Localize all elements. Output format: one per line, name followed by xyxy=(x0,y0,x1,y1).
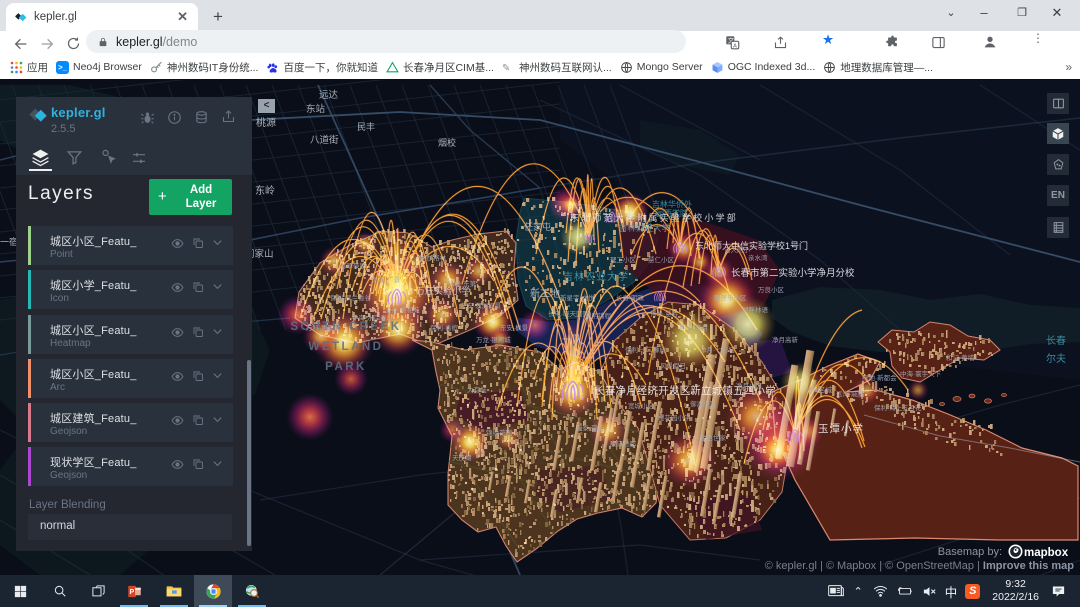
svg-text:金地·格林: 金地·格林 xyxy=(418,253,447,262)
svg-text:远达: 远达 xyxy=(319,89,339,101)
svg-text:东北师大中信实验学校1号门: 东北师大中信实验学校1号门 xyxy=(695,240,808,251)
svg-text:大有城: 大有城 xyxy=(467,385,487,394)
svg-text:伟峰·慧谷: 伟峰·慧谷 xyxy=(650,309,679,318)
svg-text:P: P xyxy=(129,589,134,596)
svg-text:mapbox: mapbox xyxy=(1024,547,1069,559)
svg-text:东安·澳洲枫景: 东安·澳洲枫景 xyxy=(460,301,502,310)
svg-text:和记·黄埔: 和记·黄埔 xyxy=(946,353,975,362)
svg-text:新工地: 新工地 xyxy=(530,287,560,300)
svg-text:风景假日: 风景假日 xyxy=(660,361,686,370)
svg-text:保利·香槟: 保利·香槟 xyxy=(430,323,459,332)
svg-text:万良小区: 万良小区 xyxy=(758,285,785,294)
svg-text:东站: 东站 xyxy=(306,103,326,115)
svg-text:亚泰·樱花苑: 亚泰·樱花苑 xyxy=(385,305,420,314)
svg-text:宽城小区: 宽城小区 xyxy=(628,401,655,410)
svg-text:净月高新: 净月高新 xyxy=(772,335,799,344)
svg-text:一队: 一队 xyxy=(562,333,582,346)
svg-text:康诗丹郡: 康诗丹郡 xyxy=(610,439,637,448)
svg-text:金色世家: 金色世家 xyxy=(700,433,727,442)
svg-text:净月小区: 净月小区 xyxy=(736,381,763,390)
svg-text:烟校: 烟校 xyxy=(438,137,456,148)
svg-text:远洋·戚墅: 远洋·戚墅 xyxy=(836,389,865,398)
svg-text:雷明锦程: 雷明锦程 xyxy=(585,311,612,320)
svg-text:长春市第二实验小学净月分校: 长春市第二实验小学净月分校 xyxy=(731,267,855,279)
svg-text:锦绣花园: 锦绣花园 xyxy=(486,428,512,437)
svg-text:WETLAND: WETLAND xyxy=(309,341,384,353)
svg-text:万龙·银河城: 万龙·银河城 xyxy=(476,335,511,344)
svg-text:伟峰·东第: 伟峰·东第 xyxy=(448,279,477,288)
svg-text:理工小区: 理工小区 xyxy=(610,255,637,264)
svg-text:湖畔林语: 湖畔林语 xyxy=(742,305,769,314)
svg-text:桃源: 桃源 xyxy=(256,116,276,129)
svg-text:中海·寰宇天下: 中海·寰宇天下 xyxy=(900,369,942,378)
svg-text:亲水湾: 亲水湾 xyxy=(748,253,768,262)
svg-text:亚泰·豪苑: 亚泰·豪苑 xyxy=(576,423,605,432)
svg-text:力旺·广景: 力旺·广景 xyxy=(372,275,401,284)
svg-text:东岭: 东岭 xyxy=(255,184,275,197)
svg-text:吉林农业大学: 吉林农业大学 xyxy=(563,270,629,283)
svg-text:任家屯: 任家屯 xyxy=(524,221,551,232)
svg-text:保利·十二橡树: 保利·十二橡树 xyxy=(625,345,667,354)
svg-text:民丰: 民丰 xyxy=(357,121,375,132)
svg-text:万科·惠斯勒: 万科·惠斯勒 xyxy=(306,323,341,332)
svg-text:吉林财经大学: 吉林财经大学 xyxy=(619,223,671,233)
svg-text:玉潭小学: 玉潭小学 xyxy=(818,422,864,435)
svg-text:天茂湖: 天茂湖 xyxy=(452,453,472,462)
svg-text:长春·明珠: 长春·明珠 xyxy=(616,293,645,302)
svg-text:吉大附小: 吉大附小 xyxy=(724,245,751,254)
svg-text:东安·枫景: 东安·枫景 xyxy=(500,323,529,332)
svg-text:东北师范大学附属实验学校小学部: 东北师范大学附属实验学校小学部 xyxy=(570,212,738,223)
svg-text:净月·七彩城: 净月·七彩城 xyxy=(700,345,735,354)
svg-text:雅居乐小区: 雅居乐小区 xyxy=(714,293,747,302)
svg-text:樱花园小学: 樱花园小学 xyxy=(658,413,691,422)
svg-text:吉林华侨外: 吉林华侨外 xyxy=(652,199,692,209)
svg-text:长春: 长春 xyxy=(1046,335,1066,347)
svg-text:绿地·新都会: 绿地·新都会 xyxy=(862,373,897,382)
svg-text:尔夫: 尔夫 xyxy=(1046,352,1066,365)
svg-text:中信·净月: 中信·净月 xyxy=(680,323,708,332)
svg-text:御湖小区: 御湖小区 xyxy=(690,399,717,408)
svg-text:御翠豪庭: 御翠豪庭 xyxy=(340,261,367,270)
svg-text:PARK: PARK xyxy=(325,361,367,373)
svg-text:保利·海上五月花: 保利·海上五月花 xyxy=(874,403,922,412)
svg-text:慧仁小区: 慧仁小区 xyxy=(648,255,675,264)
svg-text:中海·水岸春城: 中海·水岸春城 xyxy=(352,313,394,322)
svg-text:八道街: 八道街 xyxy=(310,134,339,146)
svg-text:新星宇·之悦: 新星宇·之悦 xyxy=(560,293,595,302)
svg-text:保利·罗兰香谷: 保利·罗兰香谷 xyxy=(330,293,372,302)
svg-text:长电·晓天国际: 长电·晓天国际 xyxy=(548,309,590,318)
svg-text:怡众名城: 怡众名城 xyxy=(806,385,833,394)
svg-text:A: A xyxy=(733,44,737,50)
